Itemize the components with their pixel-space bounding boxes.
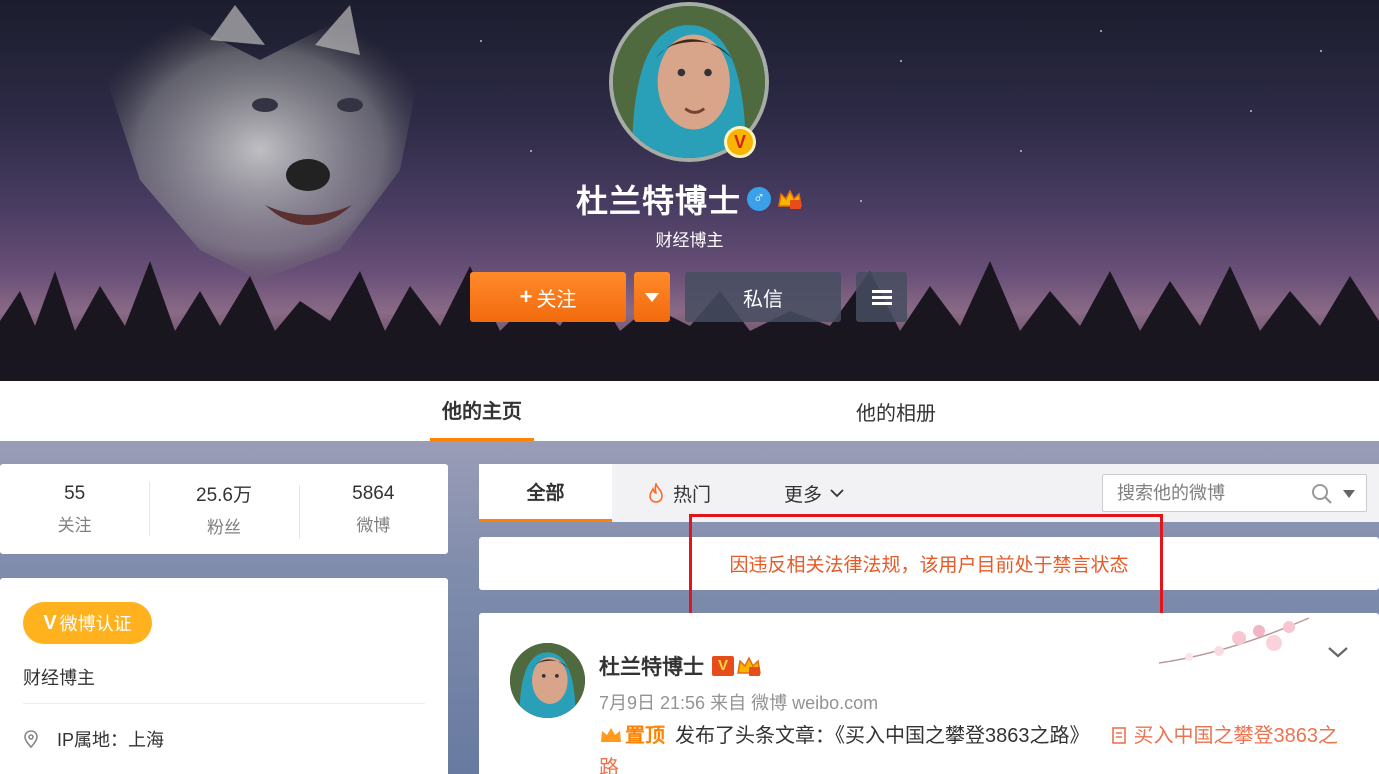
weibo-verified-badge[interactable]: V 微博认证 [23, 602, 152, 644]
crown-icon [601, 728, 621, 742]
flame-icon [649, 483, 663, 503]
profile-name-row: 杜兰特博士 ♂ [0, 176, 1379, 222]
member-crown-icon [737, 656, 761, 676]
search-box [1102, 474, 1367, 512]
stat-posts[interactable]: 5864 微博 [298, 482, 448, 539]
verify-badge-label: 微博认证 [59, 614, 132, 634]
location-pin-icon [24, 730, 38, 748]
message-button[interactable]: 私信 [685, 272, 841, 322]
post-body: 置顶 发布了头条文章：《买入中国之攀登3863之路》 买入中国之攀登3863之路 [599, 720, 1339, 774]
post-text: 发布了头条文章：《买入中国之攀登3863之路》 [675, 725, 1090, 747]
post-author-avatar[interactable] [510, 643, 585, 718]
stats-card: 55 关注 25.6万 粉丝 5864 微博 [0, 464, 448, 554]
member-crown-icon [778, 189, 802, 209]
stat-value: 5864 [352, 482, 395, 504]
search-icon[interactable] [1311, 483, 1333, 505]
stat-following[interactable]: 55 关注 [0, 483, 149, 536]
filter-more-label: 更多 [784, 484, 823, 506]
divider [23, 703, 425, 704]
filter-tab-all[interactable]: 全部 [479, 464, 612, 522]
hamburger-icon [871, 287, 892, 308]
post-author-name[interactable]: 杜兰特博士 [599, 651, 704, 681]
document-icon [1111, 727, 1126, 744]
stat-label: 关注 [57, 515, 92, 535]
stat-value: 55 [64, 482, 86, 504]
follow-button[interactable]: + 关注 [470, 272, 626, 322]
post-author-row: 杜兰特博士 V [599, 651, 762, 681]
chevron-down-icon[interactable] [1327, 645, 1349, 659]
info-card: V 微博认证 财经博主 IP属地：上海 [0, 578, 448, 774]
stat-value: 25.6万 [196, 485, 252, 506]
filter-hot-label: 热门 [673, 484, 712, 506]
feed-filter-bar: 全部 热门 更多 [479, 464, 1379, 522]
verified-v-icon: V [43, 611, 57, 634]
filter-tab-more[interactable]: 更多 [784, 464, 844, 522]
plus-icon: + [519, 284, 533, 309]
follow-label: 关注 [536, 288, 577, 311]
follow-dropdown-button[interactable] [634, 272, 670, 322]
tab-home[interactable]: 他的主页 [430, 381, 534, 441]
ip-location-row: IP属地：上海 [23, 726, 164, 752]
stat-label: 微博 [356, 515, 391, 535]
male-gender-icon: ♂ [747, 187, 771, 211]
cherry-blossom-decoration [1158, 617, 1310, 664]
verified-v-icon: V [724, 126, 756, 158]
profile-description: 财经博主 [655, 231, 724, 250]
pinned-tag: 置顶 [599, 725, 665, 747]
verified-v-icon: V [712, 656, 734, 676]
filter-tab-hot[interactable]: 热门 [647, 464, 711, 522]
search-input[interactable] [1117, 475, 1307, 511]
caret-down-icon [645, 292, 659, 302]
ip-location-text: IP属地：上海 [57, 730, 165, 750]
post-meta[interactable]: 7月9日 21:56 来自 微博 weibo.com [599, 689, 878, 715]
stat-label: 粉丝 [206, 518, 241, 537]
caret-down-icon[interactable] [1343, 490, 1355, 498]
info-description: 财经博主 [23, 668, 95, 688]
stat-followers[interactable]: 25.6万 粉丝 [149, 480, 298, 538]
tab-album[interactable]: 他的相册 [840, 381, 952, 441]
profile-name: 杜兰特博士 [575, 183, 741, 219]
ban-notice: 因违反相关法律法规，该用户目前处于禁言状态 [479, 537, 1379, 590]
feed-post: 杜兰特博士 V 7月9日 21:56 来自 微博 weibo.com 置顶 发布了… [479, 613, 1379, 774]
pinned-label: 置顶 [625, 725, 665, 747]
more-menu-button[interactable] [856, 272, 907, 322]
profile-nav: 他的主页 他的相册 [0, 381, 1379, 441]
chevron-down-icon [830, 489, 844, 498]
